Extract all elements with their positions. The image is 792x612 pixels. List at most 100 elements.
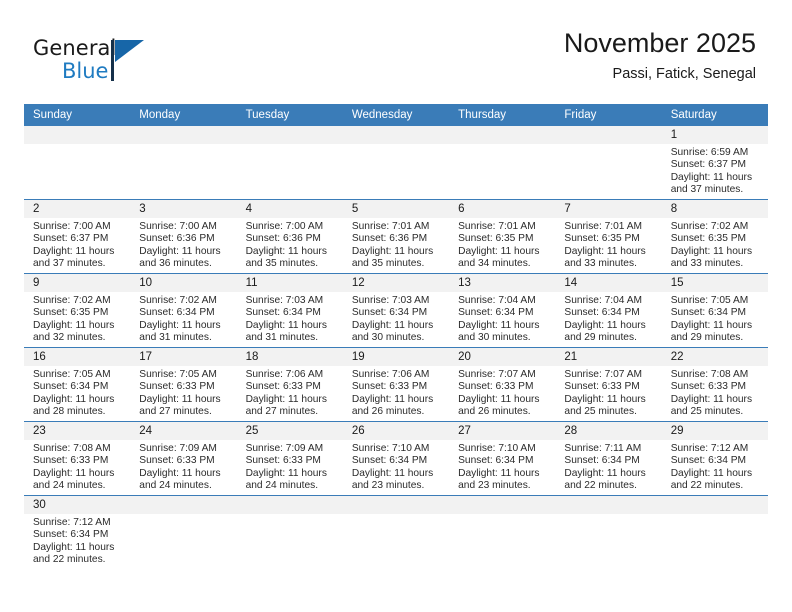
calendar-day-cell[interactable]: 26 Sunrise: 7:10 AM Sunset: 6:34 PM Dayligh… — [342, 421, 450, 496]
calendar-day-cell[interactable]: 13 Sunrise: 7:04 AM Sunset: 6:34 PM Dayligh… — [449, 273, 556, 348]
daylight-text-line1: Daylight: 11 hours — [564, 467, 646, 479]
calendar-day-cell[interactable]: 28 Sunrise: 7:11 AM Sunset: 6:34 PM Dayligh… — [555, 421, 662, 496]
daylight-text-line2: and 36 minutes. — [139, 257, 212, 269]
calendar-week-row: 16 Sunrise: 7:05 AM Sunset: 6:34 PM Dayligh… — [24, 347, 768, 422]
sunset-text: Sunset: 6:34 PM — [670, 307, 747, 319]
calendar-day-cell[interactable]: 14 Sunrise: 7:04 AM Sunset: 6:34 PM Dayligh… — [555, 273, 662, 348]
day-cell-details: Sunrise: 7:10 AM Sunset: 6:34 PM Daylight:… — [343, 440, 449, 492]
calendar-day-cell[interactable]: 11 Sunrise: 7:03 AM Sunset: 6:34 PM Dayligh… — [236, 273, 343, 348]
day-number: 9 — [24, 274, 131, 292]
calendar-day-cell[interactable]: 9 Sunrise: 7:02 AM Sunset: 6:35 PM Daylight… — [24, 273, 131, 348]
sunrise-text: Sunrise: 7:12 AM — [670, 443, 749, 454]
daylight-text-line1: Daylight: 11 hours — [351, 319, 434, 331]
daylight-text-line1: Daylight: 11 hours — [139, 467, 221, 479]
calendar-day-cell[interactable]: 2 Sunrise: 7:00 AM Sunset: 6:37 PM Daylight… — [24, 199, 131, 274]
daylight-text-line1: Daylight: 11 hours — [564, 393, 646, 405]
day-cell-inner: 30 Sunrise: 7:12 AM Sunset: 6:34 PM Dayligh… — [24, 496, 131, 569]
day-cell-inner — [236, 126, 343, 199]
calendar-day-cell[interactable]: 21 Sunrise: 7:07 AM Sunset: 6:33 PM Dayligh… — [555, 347, 662, 422]
calendar-day-cell[interactable]: 30 Sunrise: 7:12 AM Sunset: 6:34 PM Dayligh… — [24, 495, 131, 569]
sunrise-text: Sunrise: 7:01 AM — [564, 221, 642, 232]
calendar-day-cell-empty — [555, 495, 662, 569]
daylight-text-line2: and 22 minutes. — [33, 553, 106, 565]
sunrise-text: Sunrise: 7:08 AM — [670, 369, 749, 380]
daylight-text-line2: and 29 minutes. — [670, 331, 744, 343]
day-cell-details: Sunrise: 7:09 AM Sunset: 6:33 PM Daylight:… — [130, 440, 236, 492]
daylight-text-line2: and 35 minutes. — [245, 257, 319, 269]
daylight-text-line1: Daylight: 11 hours — [139, 245, 221, 257]
daylight-text-line1: Daylight: 11 hours — [245, 319, 327, 331]
day-cell-details: Sunrise: 7:07 AM Sunset: 6:33 PM Daylight:… — [555, 366, 661, 418]
calendar-day-cell[interactable]: 5 Sunrise: 7:01 AM Sunset: 6:36 PM Daylight… — [342, 199, 450, 274]
calendar-day-cell[interactable]: 23 Sunrise: 7:08 AM Sunset: 6:33 PM Dayligh… — [24, 421, 131, 496]
day-number — [24, 126, 131, 144]
sunrise-text: Sunrise: 7:04 AM — [458, 295, 536, 306]
day-cell-details: Sunrise: 7:04 AM Sunset: 6:34 PM Daylight:… — [555, 292, 661, 344]
sunrise-text: Sunrise: 7:09 AM — [139, 443, 217, 454]
calendar-day-cell-empty — [130, 495, 237, 569]
day-cell-details: Sunrise: 7:07 AM Sunset: 6:33 PM Daylight:… — [449, 366, 555, 418]
calendar-day-cell[interactable]: 8 Sunrise: 7:02 AM Sunset: 6:35 PM Daylight… — [661, 199, 768, 274]
calendar-day-cell[interactable]: 22 Sunrise: 7:08 AM Sunset: 6:33 PM Dayligh… — [661, 347, 768, 422]
calendar-day-cell[interactable]: 3 Sunrise: 7:00 AM Sunset: 6:36 PM Daylight… — [130, 199, 237, 274]
calendar-day-cell[interactable]: 6 Sunrise: 7:01 AM Sunset: 6:35 PM Daylight… — [449, 199, 556, 274]
day-number: 6 — [449, 200, 556, 218]
day-number: 8 — [661, 200, 768, 218]
calendar-day-cell[interactable]: 16 Sunrise: 7:05 AM Sunset: 6:34 PM Dayligh… — [24, 347, 131, 422]
day-cell-inner: 28 Sunrise: 7:11 AM Sunset: 6:34 PM Dayligh… — [555, 422, 662, 495]
sunset-text: Sunset: 6:34 PM — [245, 307, 321, 319]
calendar-week-row: 23 Sunrise: 7:08 AM Sunset: 6:33 PM Dayligh… — [24, 421, 768, 496]
day-cell-inner: 5 Sunrise: 7:01 AM Sunset: 6:36 PM Daylight… — [342, 200, 450, 273]
sunrise-text: Sunrise: 7:05 AM — [33, 369, 111, 380]
calendar-day-cell[interactable]: 20 Sunrise: 7:07 AM Sunset: 6:33 PM Dayligh… — [449, 347, 556, 422]
day-cell-inner: 25 Sunrise: 7:09 AM Sunset: 6:33 PM Dayligh… — [236, 422, 343, 495]
sunrise-text: Sunrise: 7:10 AM — [351, 443, 430, 454]
sunset-text: Sunset: 6:37 PM — [33, 233, 109, 245]
daylight-text-line2: and 37 minutes. — [670, 183, 744, 195]
day-number — [236, 496, 343, 514]
daylight-text-line1: Daylight: 11 hours — [458, 393, 540, 405]
calendar-day-cell[interactable]: 29 Sunrise: 7:12 AM Sunset: 6:34 PM Dayligh… — [661, 421, 768, 496]
page-title: November 2025 — [563, 28, 756, 58]
daylight-text-line1: Daylight: 11 hours — [670, 393, 753, 405]
day-cell-inner — [342, 126, 450, 199]
daylight-text-line2: and 23 minutes. — [458, 479, 531, 491]
calendar-day-cell[interactable]: 7 Sunrise: 7:01 AM Sunset: 6:35 PM Daylight… — [555, 199, 662, 274]
calendar-day-cell[interactable]: 15 Sunrise: 7:05 AM Sunset: 6:34 PM Dayligh… — [661, 273, 768, 348]
day-cell-inner: 16 Sunrise: 7:05 AM Sunset: 6:34 PM Dayligh… — [24, 348, 131, 421]
day-number: 25 — [236, 422, 343, 440]
calendar-day-cell[interactable]: 27 Sunrise: 7:10 AM Sunset: 6:34 PM Dayligh… — [449, 421, 556, 496]
calendar-day-cell[interactable]: 19 Sunrise: 7:06 AM Sunset: 6:33 PM Dayligh… — [342, 347, 450, 422]
day-cell-inner: 13 Sunrise: 7:04 AM Sunset: 6:34 PM Dayligh… — [449, 274, 556, 347]
calendar-day-cell[interactable]: 18 Sunrise: 7:06 AM Sunset: 6:33 PM Dayligh… — [236, 347, 343, 422]
sunset-text: Sunset: 6:34 PM — [351, 455, 428, 467]
daylight-text-line1: Daylight: 11 hours — [245, 467, 327, 479]
general-blue-logo[interactable]: General Blue — [33, 38, 173, 90]
calendar-day-cell[interactable]: 24 Sunrise: 7:09 AM Sunset: 6:33 PM Dayligh… — [130, 421, 237, 496]
calendar-day-cell-empty — [555, 126, 662, 200]
daylight-text-line2: and 30 minutes. — [458, 331, 531, 343]
day-number: 11 — [236, 274, 343, 292]
calendar-day-cell[interactable]: 17 Sunrise: 7:05 AM Sunset: 6:33 PM Dayligh… — [130, 347, 237, 422]
daylight-text-line1: Daylight: 11 hours — [245, 393, 327, 405]
calendar-day-cell[interactable]: 12 Sunrise: 7:03 AM Sunset: 6:34 PM Dayligh… — [342, 273, 450, 348]
calendar-week-row: 30 Sunrise: 7:12 AM Sunset: 6:34 PM Dayligh… — [24, 495, 768, 569]
sunrise-text: Sunrise: 7:06 AM — [351, 369, 430, 380]
daylight-text-line1: Daylight: 11 hours — [33, 245, 115, 257]
daylight-text-line2: and 37 minutes. — [33, 257, 106, 269]
daylight-text-line1: Daylight: 11 hours — [670, 245, 753, 257]
calendar-day-cell[interactable]: 1 Sunrise: 6:59 AM Sunset: 6:37 PM Daylight… — [661, 126, 768, 200]
sunset-text: Sunset: 6:33 PM — [245, 381, 321, 393]
day-cell-inner — [130, 126, 237, 199]
day-cell-details: Sunrise: 7:12 AM Sunset: 6:34 PM Daylight:… — [24, 514, 130, 566]
calendar-day-cell[interactable]: 25 Sunrise: 7:09 AM Sunset: 6:33 PM Dayligh… — [236, 421, 343, 496]
logo-vertical-bar-icon — [111, 40, 114, 81]
calendar-day-cell[interactable]: 10 Sunrise: 7:02 AM Sunset: 6:34 PM Dayligh… — [130, 273, 237, 348]
day-number: 13 — [449, 274, 556, 292]
day-cell-details: Sunrise: 7:03 AM Sunset: 6:34 PM Daylight:… — [343, 292, 449, 344]
calendar-day-cell[interactable]: 4 Sunrise: 7:00 AM Sunset: 6:36 PM Daylight… — [236, 199, 343, 274]
page-header: General Blue November 2025 Passi, Fatick… — [0, 0, 792, 104]
day-cell-inner: 2 Sunrise: 7:00 AM Sunset: 6:37 PM Daylight… — [24, 200, 131, 273]
day-cell-inner: 26 Sunrise: 7:10 AM Sunset: 6:34 PM Dayligh… — [342, 422, 450, 495]
day-number — [449, 126, 556, 144]
